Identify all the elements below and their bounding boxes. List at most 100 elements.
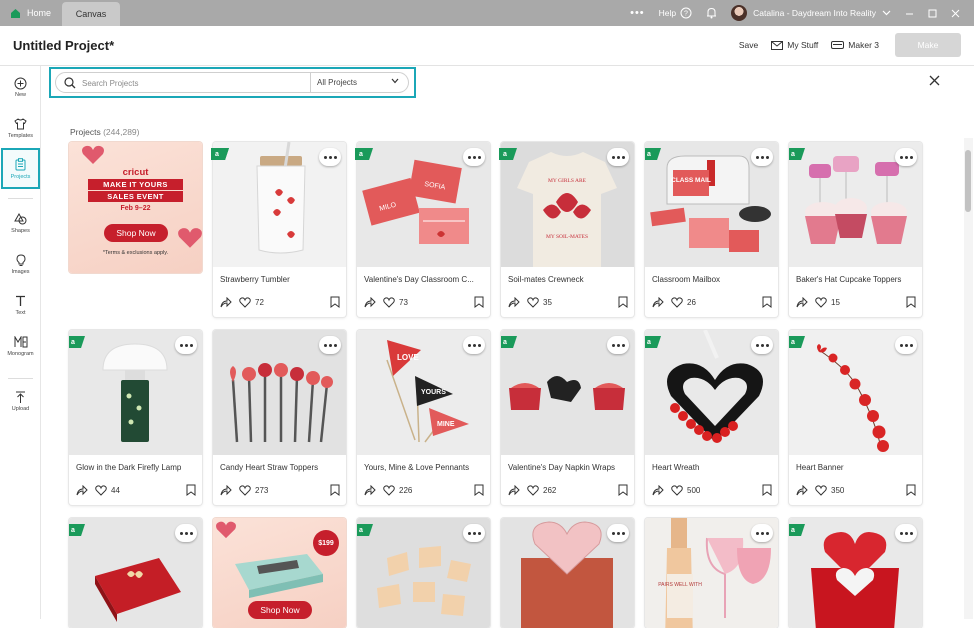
sidebar-item-templates[interactable]: Templates <box>0 117 41 139</box>
machine-selector[interactable]: Maker 3 <box>831 40 879 50</box>
project-card[interactable]: a Strawberry Tumbler 72 <box>213 142 346 317</box>
sidebar-item-upload[interactable]: Upload <box>0 390 41 412</box>
user-menu[interactable]: Catalina - Daydream Into Reality <box>731 5 891 21</box>
heart-icon[interactable] <box>383 484 395 496</box>
scrollbar[interactable] <box>964 138 973 619</box>
more-options-button[interactable] <box>319 148 341 166</box>
project-card[interactable]: CLASS MAIL a Classroom Mailbox 26 <box>645 142 778 317</box>
heart-icon[interactable] <box>671 296 683 308</box>
more-options-button[interactable] <box>895 336 917 354</box>
like-count: 273 <box>255 485 269 495</box>
sidebar-item-new[interactable]: New <box>0 76 41 98</box>
share-icon[interactable] <box>76 484 88 496</box>
sidebar-item-label: New <box>14 92 26 98</box>
heart-icon[interactable] <box>239 296 251 308</box>
project-title[interactable]: Untitled Project* <box>13 38 114 53</box>
heart-icon[interactable] <box>383 296 395 308</box>
share-icon[interactable] <box>220 296 232 308</box>
project-card[interactable]: a Heart Banner 350 <box>789 330 922 505</box>
heart-icon[interactable] <box>239 484 251 496</box>
project-card[interactable]: a Glow in the Dark Firefly Lamp 44 <box>69 330 202 505</box>
close-window-icon[interactable] <box>951 9 960 18</box>
bookmark-icon[interactable] <box>762 296 772 308</box>
more-options-button[interactable] <box>895 148 917 166</box>
share-icon[interactable] <box>796 484 808 496</box>
more-options-button[interactable] <box>175 336 197 354</box>
project-card[interactable]: a <box>357 518 490 628</box>
bookmark-icon[interactable] <box>474 484 484 496</box>
heart-icon[interactable] <box>815 296 827 308</box>
more-options-button[interactable] <box>607 148 629 166</box>
more-options-button[interactable] <box>463 336 485 354</box>
make-button[interactable]: Make <box>895 33 961 57</box>
share-icon[interactable] <box>364 296 376 308</box>
heart-icon[interactable] <box>527 484 539 496</box>
more-options-button[interactable] <box>751 336 773 354</box>
home-tab[interactable]: Home <box>0 0 62 26</box>
heart-icon[interactable] <box>671 484 683 496</box>
project-card[interactable]: Candy Heart Straw Toppers 273 <box>213 330 346 505</box>
share-icon[interactable] <box>220 484 232 496</box>
more-options-button[interactable] <box>319 336 341 354</box>
bookmark-icon[interactable] <box>906 296 916 308</box>
search-input[interactable] <box>82 76 302 90</box>
my-stuff-button[interactable]: My Stuff <box>771 40 818 50</box>
heart-icon[interactable] <box>95 484 107 496</box>
bookmark-icon[interactable] <box>618 484 628 496</box>
machine-label: Maker 3 <box>848 40 879 50</box>
sidebar-item-text[interactable]: Text <box>0 294 41 316</box>
scrollbar-thumb[interactable] <box>965 150 971 212</box>
close-icon[interactable] <box>928 74 941 87</box>
share-icon[interactable] <box>508 296 520 308</box>
share-icon[interactable] <box>364 484 376 496</box>
project-filter-select[interactable]: All Projects <box>311 72 409 93</box>
bookmark-icon[interactable] <box>330 484 340 496</box>
search-field[interactable] <box>55 72 311 93</box>
sidebar-item-projects[interactable]: Projects <box>1 148 40 189</box>
canvas-tab[interactable]: Canvas <box>62 2 120 26</box>
save-button[interactable]: Save <box>739 40 758 50</box>
bell-icon[interactable] <box>706 7 717 19</box>
bookmark-icon[interactable] <box>186 484 196 496</box>
more-options-button[interactable] <box>463 148 485 166</box>
project-card[interactable]: a <box>69 518 202 628</box>
bookmark-icon[interactable] <box>762 484 772 496</box>
more-options-icon[interactable]: ••• <box>630 7 645 19</box>
heart-icon[interactable] <box>527 296 539 308</box>
heart-icon[interactable] <box>815 484 827 496</box>
minimize-icon[interactable] <box>905 9 914 18</box>
sidebar-item-images[interactable]: Images <box>0 253 41 275</box>
promo-machine[interactable]: $199 Shop Now <box>213 518 346 628</box>
share-icon[interactable] <box>652 484 664 496</box>
project-card[interactable]: a Heart Wreath 500 <box>645 330 778 505</box>
more-options-button[interactable] <box>751 524 773 542</box>
share-icon[interactable] <box>652 296 664 308</box>
bookmark-icon[interactable] <box>330 296 340 308</box>
bookmark-icon[interactable] <box>474 296 484 308</box>
more-options-button[interactable] <box>607 524 629 542</box>
more-options-button[interactable] <box>751 148 773 166</box>
project-card[interactable]: PAIRS WELL WITH <box>645 518 778 628</box>
shop-now-button[interactable]: Shop Now <box>104 224 168 242</box>
more-options-button[interactable] <box>895 524 917 542</box>
project-card[interactable]: a <box>789 518 922 628</box>
project-card[interactable]: a Baker's Hat Cupcake Toppers 15 <box>789 142 922 317</box>
promo-sales-event[interactable]: cricut MAKE IT YOURS SALES EVENT Feb 9–2… <box>69 142 202 273</box>
share-icon[interactable] <box>796 296 808 308</box>
share-icon[interactable] <box>508 484 520 496</box>
more-options-button[interactable] <box>175 524 197 542</box>
sidebar-item-shapes[interactable]: Shapes <box>0 212 41 234</box>
project-card[interactable]: a Valentine's Day Napkin Wraps 262 <box>501 330 634 505</box>
bookmark-icon[interactable] <box>906 484 916 496</box>
maximize-icon[interactable] <box>928 9 937 18</box>
bookmark-icon[interactable] <box>618 296 628 308</box>
help-button[interactable]: Help ? <box>659 7 692 19</box>
project-card[interactable]: LOVE YOURS MINE Yours, Mine & Love Pennant… <box>357 330 490 505</box>
more-options-button[interactable] <box>607 336 629 354</box>
project-card[interactable] <box>501 518 634 628</box>
more-options-button[interactable] <box>463 524 485 542</box>
project-card[interactable]: MY GIRLS ARE MY SOIL-MATES Soil-mates Cre… <box>501 142 634 317</box>
sidebar-item-monogram[interactable]: Monogram <box>0 335 41 357</box>
shop-now-button[interactable]: Shop Now <box>248 601 312 619</box>
project-card[interactable]: MILO SOFIA Valentine's Day Classroom C...… <box>357 142 490 317</box>
